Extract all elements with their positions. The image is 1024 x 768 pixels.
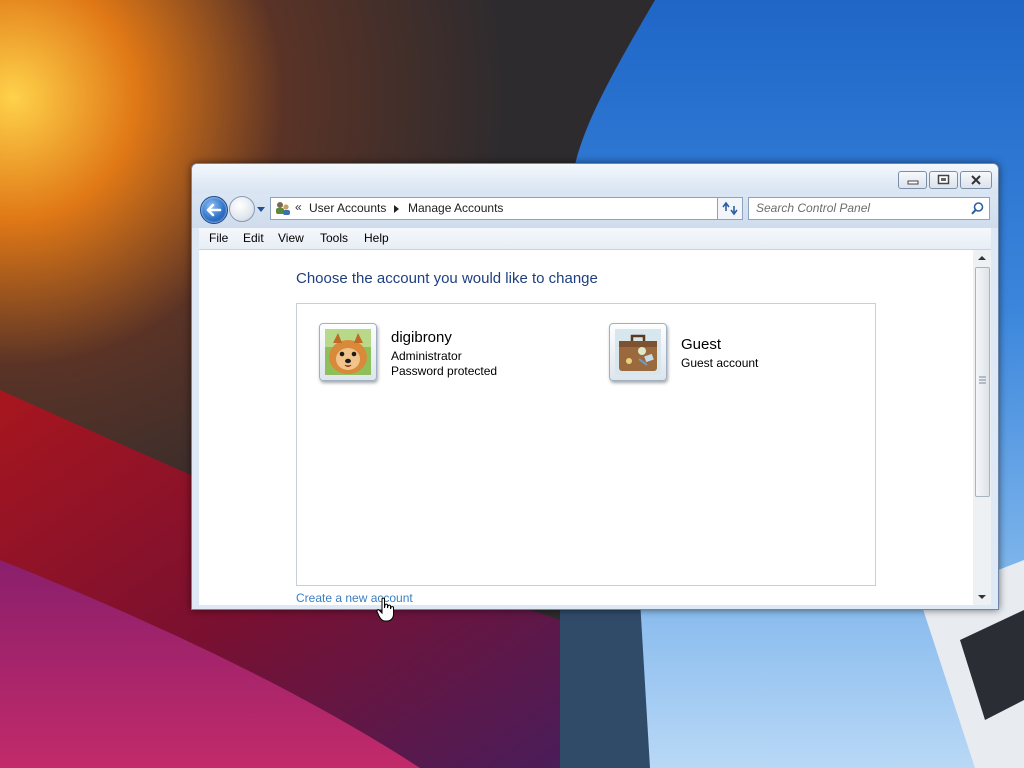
search-icon[interactable]: [970, 201, 985, 216]
address-bar[interactable]: « User Accounts Manage Accounts: [270, 197, 737, 220]
scroll-grip-icon: [979, 376, 986, 384]
search-placeholder: Search Control Panel: [756, 201, 871, 215]
recent-pages-dropdown-icon[interactable]: [256, 202, 266, 216]
breadcrumb-manage-accounts[interactable]: Manage Accounts: [408, 201, 503, 215]
suitcase-avatar: [615, 329, 661, 375]
account-name: Guest: [681, 336, 722, 353]
page-title: Choose the account you would like to cha…: [296, 270, 598, 287]
menu-help[interactable]: Help: [364, 231, 389, 245]
account-type: Guest account: [681, 356, 759, 370]
menu-file[interactable]: File: [209, 231, 228, 245]
menu-view[interactable]: View: [278, 231, 304, 245]
menu-tools[interactable]: Tools: [320, 231, 348, 245]
scroll-up-arrow-icon[interactable]: [973, 250, 991, 266]
breadcrumb-overflow[interactable]: «: [295, 200, 302, 214]
avatar-frame: [609, 323, 667, 381]
menu-bar: File Edit View Tools Help: [199, 228, 991, 250]
minimize-button[interactable]: [898, 171, 927, 189]
breadcrumb-user-accounts[interactable]: User Accounts: [309, 201, 386, 215]
accounts-panel: digibrony Administrator Password protect…: [296, 303, 876, 586]
minimize-icon: [907, 180, 919, 185]
user-accounts-icon: [276, 202, 290, 215]
close-icon: [971, 175, 981, 185]
pomeranian-dog-avatar: [325, 329, 371, 375]
account-name: digibrony: [391, 329, 452, 346]
breadcrumb-separator-arrow-icon[interactable]: [394, 205, 399, 213]
refresh-icon: [722, 201, 738, 216]
content-pane: Choose the account you would like to cha…: [199, 250, 973, 605]
caption-buttons: [898, 171, 992, 189]
avatar-frame: [319, 323, 377, 381]
search-box[interactable]: Search Control Panel: [748, 197, 990, 220]
account-type: Administrator: [391, 349, 462, 363]
scroll-down-arrow-icon[interactable]: [973, 589, 991, 605]
menu-edit[interactable]: Edit: [243, 231, 264, 245]
maximize-button[interactable]: [929, 171, 958, 189]
title-bar[interactable]: [192, 164, 998, 194]
scroll-thumb[interactable]: [975, 267, 990, 497]
vertical-scrollbar[interactable]: [973, 250, 991, 605]
navigation-bar: « User Accounts Manage Accounts Search C…: [192, 194, 998, 228]
hand-pointer-cursor-icon: [376, 597, 394, 622]
back-button[interactable]: [200, 196, 228, 224]
close-button[interactable]: [960, 171, 992, 189]
maximize-icon: [937, 174, 950, 185]
back-arrow-icon: [206, 203, 222, 217]
refresh-button[interactable]: [717, 197, 743, 220]
forward-button[interactable]: [229, 196, 255, 222]
account-password-status: Password protected: [391, 364, 498, 378]
control-panel-window: « User Accounts Manage Accounts Search C…: [191, 163, 999, 610]
